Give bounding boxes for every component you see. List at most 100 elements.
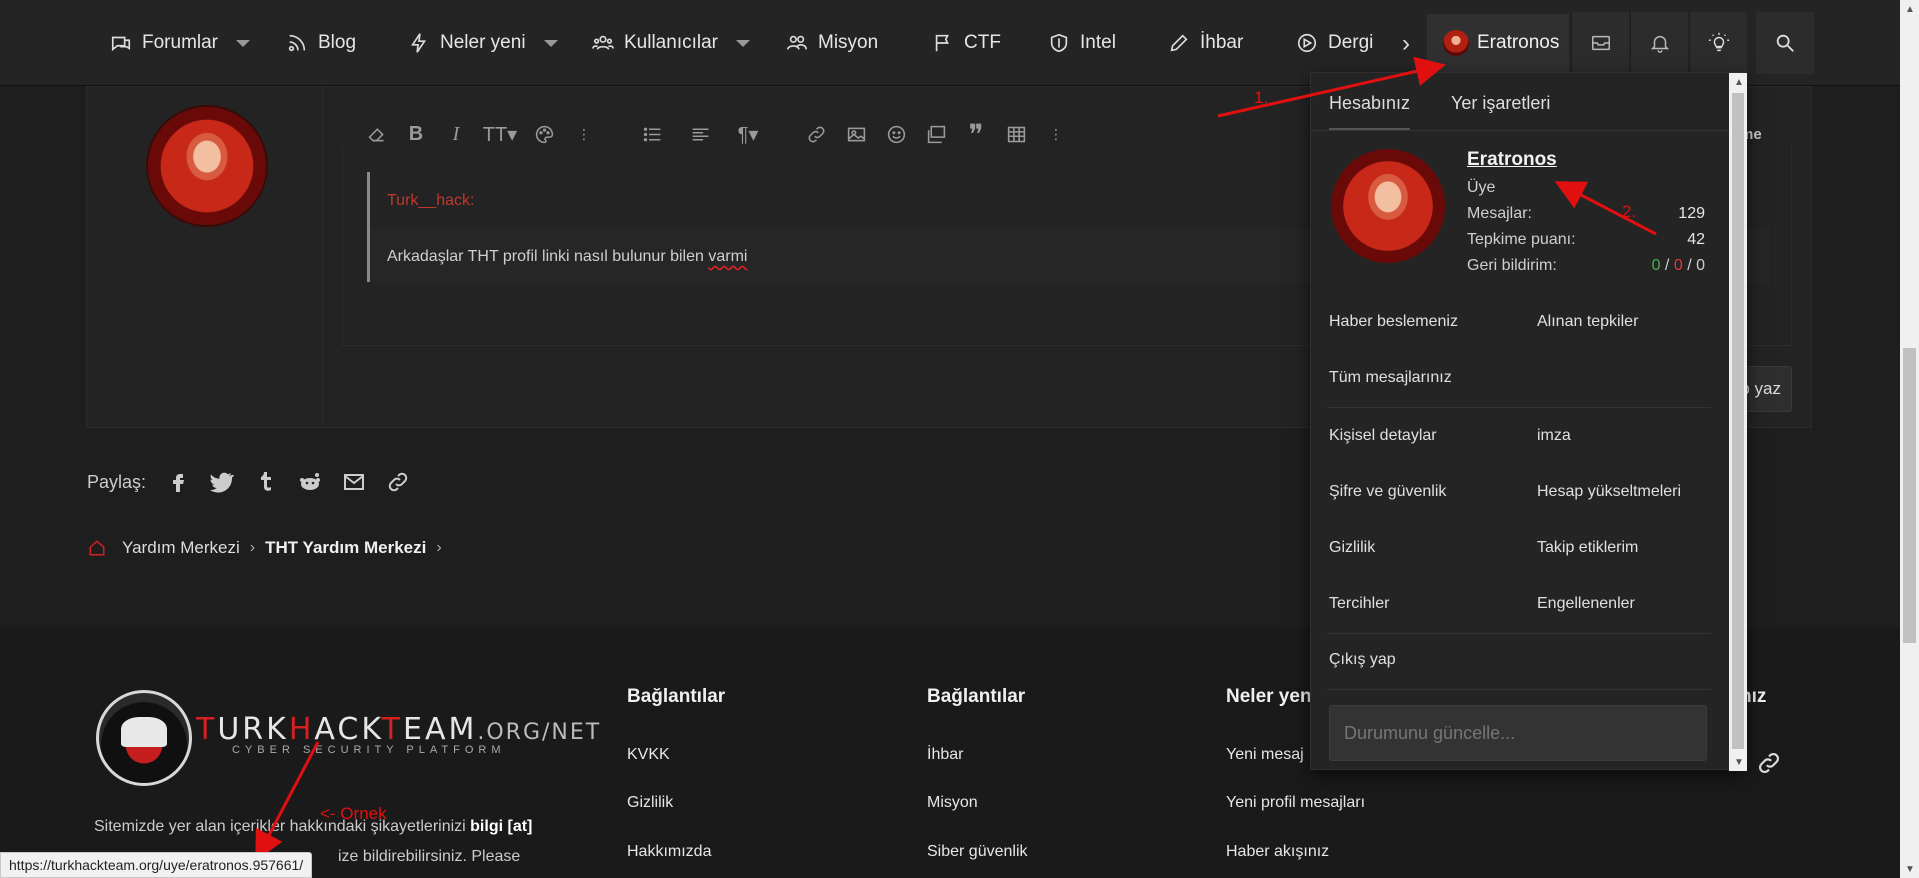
alerts-button[interactable]: [1630, 12, 1688, 74]
dropdown-tabs: Hesabınız Yer işaretleri: [1311, 73, 1729, 131]
site-logo-text: TURKHACKTEAM.ORG/NET: [196, 712, 602, 747]
annotation-label: 2.: [1622, 202, 1637, 221]
chevron-right-icon: ›: [436, 539, 442, 556]
link-privacy[interactable]: Gizlilik: [1329, 539, 1375, 557]
logout-link[interactable]: Çıkış yap: [1329, 651, 1396, 669]
nav-label: Intel: [1080, 32, 1116, 53]
nav-intel[interactable]: Intel: [1048, 22, 1116, 64]
footer-link[interactable]: Yeni mesaj: [1226, 746, 1304, 764]
nav-misyon[interactable]: Misyon: [786, 22, 878, 64]
quote-author: Turk__hack:: [387, 192, 475, 209]
share-bar: Paylaş:: [87, 470, 410, 494]
search-button[interactable]: [1756, 12, 1814, 74]
nav-neler-yeni[interactable]: Neler yeni: [408, 22, 558, 64]
link-reactions-received[interactable]: Alınan tepkiler: [1537, 313, 1638, 331]
nav-dergi[interactable]: Dergi: [1296, 22, 1373, 64]
chevron-down-icon[interactable]: [236, 39, 251, 47]
inbox-button[interactable]: [1571, 12, 1629, 74]
breadcrumb-item[interactable]: THT Yardım Merkezi: [265, 538, 426, 558]
users-icon: [592, 32, 614, 54]
link-icon[interactable]: [1756, 750, 1782, 776]
link-ignored[interactable]: Engellenenler: [1537, 595, 1635, 613]
breadcrumb-item[interactable]: Yardım Merkezi: [122, 538, 240, 558]
bolt-icon: [408, 32, 430, 54]
reddit-icon[interactable]: [298, 470, 322, 494]
nav-more-arrow[interactable]: ›: [1402, 30, 1410, 58]
stat-messages: Mesajlar: 129: [1467, 205, 1705, 222]
share-label: Paylaş:: [87, 471, 147, 492]
breadcrumb: Yardım Merkezi › THT Yardım Merkezi ›: [88, 538, 442, 558]
facebook-icon[interactable]: [166, 470, 190, 494]
nav-ctf[interactable]: CTF: [932, 22, 1001, 64]
link-following[interactable]: Takip etiklerim: [1537, 539, 1638, 557]
stat-reaction-score: Tepkime puanı: 42: [1467, 231, 1705, 248]
bell-icon: [1649, 32, 1671, 54]
avatar[interactable]: [1331, 149, 1445, 263]
nav-label: CTF: [964, 32, 1001, 53]
footer-link[interactable]: Gizlilik: [627, 794, 673, 812]
nav-label: Neler yeni: [440, 32, 526, 53]
link-news-feed[interactable]: Haber beslemeniz: [1329, 313, 1458, 331]
avatar: [1443, 30, 1469, 56]
profile-name-link[interactable]: Eratronos: [1467, 149, 1557, 171]
footer-link[interactable]: Yeni profil mesajları: [1226, 794, 1365, 812]
chat-icon: [110, 32, 132, 54]
link-preferences[interactable]: Tercihler: [1329, 595, 1389, 613]
link-icon[interactable]: [386, 470, 410, 494]
link-signature[interactable]: imza: [1537, 427, 1571, 445]
tumblr-icon[interactable]: [254, 470, 278, 494]
divider: [1327, 407, 1711, 408]
chevron-down-icon[interactable]: [543, 39, 558, 47]
dropdown-scrollbar-thumb[interactable]: [1732, 93, 1744, 749]
email-icon[interactable]: [342, 470, 366, 494]
nav-ihbar[interactable]: İhbar: [1168, 22, 1243, 64]
annotation-label: <- Ornek: [320, 804, 387, 823]
footer-link[interactable]: Misyon: [927, 794, 978, 812]
divider: [1327, 633, 1711, 634]
scroll-up-icon[interactable]: ▲: [1905, 4, 1915, 15]
flag-icon: [932, 32, 954, 54]
footer-col-title: Bağlantılar: [927, 686, 1026, 707]
footer-link[interactable]: KVKK: [627, 746, 670, 764]
footer-about: Sitemizde yer alan içerikler hakkındaki …: [94, 818, 533, 835]
nav-label: Kullanıcılar: [624, 32, 718, 53]
scroll-down-icon[interactable]: ▼: [1734, 757, 1744, 768]
footer-link[interactable]: Siber güvenlik: [927, 843, 1028, 861]
avatar: [148, 107, 266, 225]
theme-toggle-button[interactable]: [1689, 12, 1747, 74]
status-bar-url: https://turkhackteam.org/uye/eratronos.9…: [0, 852, 313, 878]
site-logo-subtitle: CYBER SECURITY PLATFORM: [232, 744, 506, 756]
account-dropdown: Hesabınız Yer işaretleri Eratronos Üye M…: [1310, 72, 1747, 771]
scroll-down-icon[interactable]: ▼: [1905, 864, 1915, 875]
footer-link[interactable]: İhbar: [927, 746, 963, 764]
footer-link[interactable]: Haber akışınız: [1226, 843, 1329, 861]
rss-icon: [286, 32, 308, 54]
home-icon[interactable]: [88, 539, 106, 557]
twitter-icon[interactable]: [210, 470, 235, 494]
tab-yer-isaretleri[interactable]: Yer işaretleri: [1451, 93, 1550, 114]
status-update-input[interactable]: [1329, 705, 1707, 761]
site-logo-seal: [96, 690, 192, 786]
link-all-messages[interactable]: Tüm mesajlarınız: [1329, 369, 1452, 387]
pencil-icon: [1168, 32, 1190, 54]
link-personal-details[interactable]: Kişisel detaylar: [1329, 427, 1437, 445]
page-scrollbar-thumb[interactable]: [1903, 348, 1916, 643]
nav-label: Misyon: [818, 32, 879, 53]
footer-col-title: Neler yen: [1226, 686, 1312, 707]
quote-text: Arkadaşlar THT profil linki nasıl bulunu…: [387, 248, 747, 266]
nav-blog[interactable]: Blog: [286, 22, 356, 64]
chevron-down-icon[interactable]: [736, 39, 750, 47]
envelope-icon: [1590, 32, 1612, 54]
nav-label: İhbar: [1200, 32, 1244, 53]
account-menu-button[interactable]: Eratronos: [1427, 14, 1569, 72]
link-password-security[interactable]: Şifre ve güvenlik: [1329, 483, 1446, 501]
group-icon: [786, 32, 808, 54]
link-account-upgrades[interactable]: Hesap yükseltmeleri: [1537, 483, 1681, 501]
footer-about-line2: ize bildirebilirsiniz. Please: [338, 848, 521, 865]
scroll-up-icon[interactable]: ▲: [1734, 77, 1744, 88]
nav-kullanicilar[interactable]: Kullanıcılar: [592, 22, 750, 64]
footer-link[interactable]: Hakkımızda: [627, 843, 711, 861]
tab-hesabiniz[interactable]: Hesabınız: [1329, 93, 1411, 130]
nav-label: Dergi: [1328, 32, 1374, 53]
nav-forumlar[interactable]: Forumlar: [110, 22, 251, 64]
